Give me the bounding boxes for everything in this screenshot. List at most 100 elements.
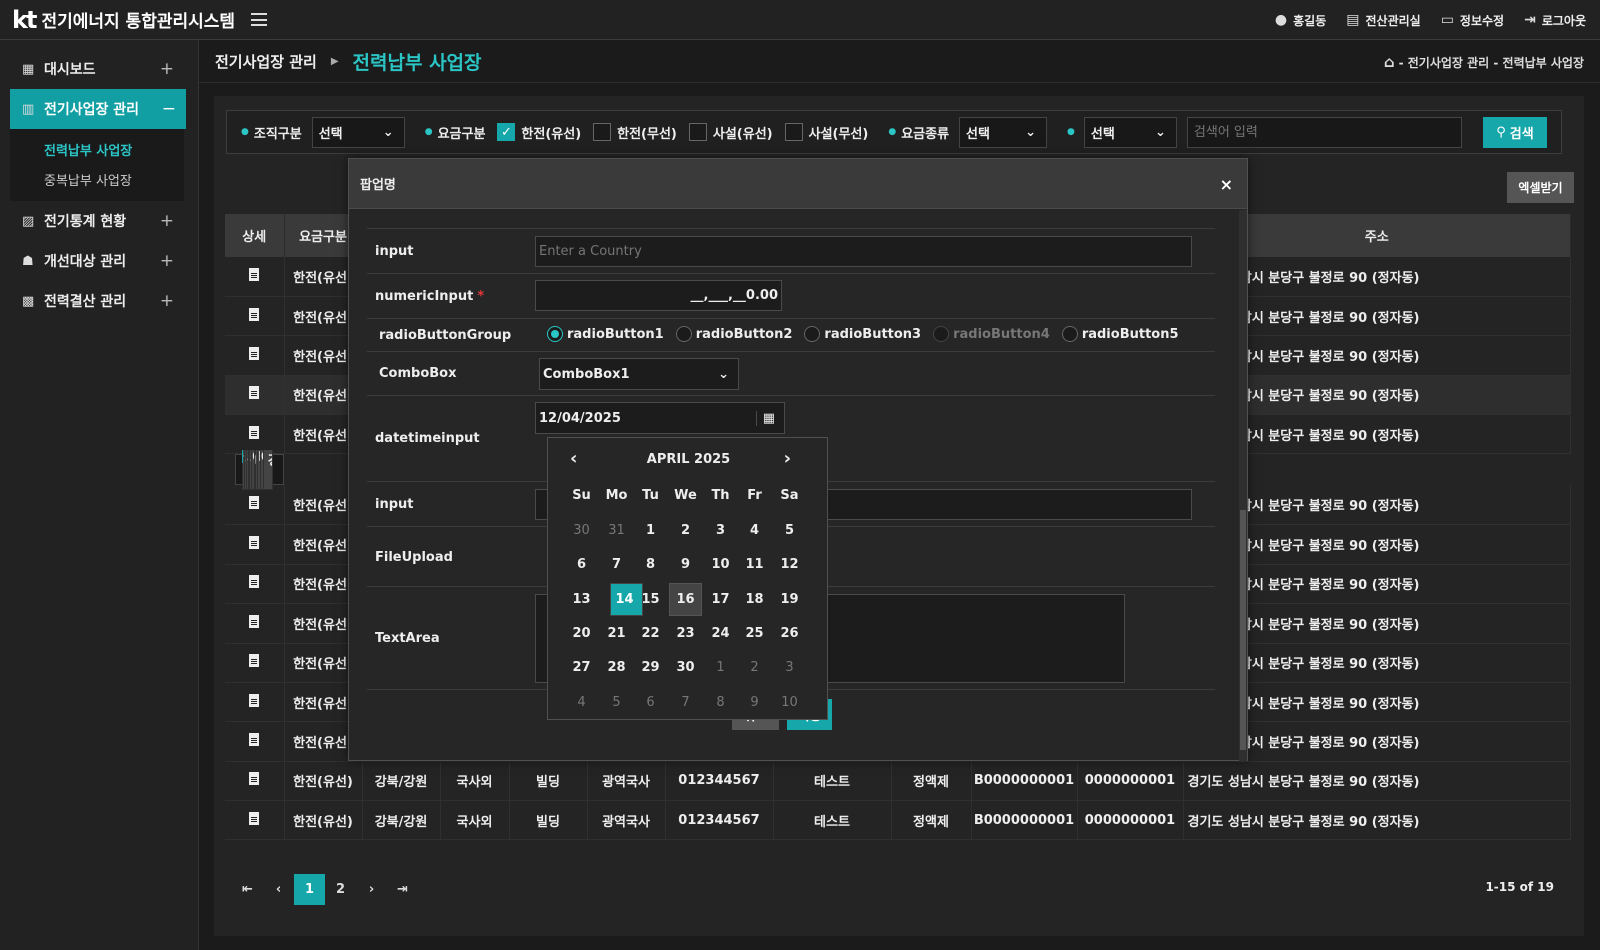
sidebar-item-site-management[interactable]: ▥ 전기사업장 관리 − xyxy=(10,89,186,129)
first-page-icon[interactable]: ⇤ xyxy=(232,874,263,905)
sidebar-item-settlement[interactable]: ▩ 전력결산 관리 + xyxy=(0,281,198,321)
radio-button-5[interactable]: radioButton5 xyxy=(1061,326,1179,342)
rate-select[interactable]: 선택 ⌄ xyxy=(959,116,1048,148)
document-icon[interactable] xyxy=(249,536,260,550)
expand-icon[interactable]: + xyxy=(160,59,174,79)
checkbox-kepco-wired[interactable]: ✓ 한전(유선) xyxy=(497,123,581,142)
expand-icon[interactable]: + xyxy=(160,251,174,271)
country-input[interactable] xyxy=(535,236,1192,267)
calendar-day[interactable]: 10 xyxy=(704,548,737,581)
checkbox-private-wired[interactable]: 사설(유선) xyxy=(688,123,773,142)
calendar-day[interactable]: 16 xyxy=(669,582,702,616)
calendar-day[interactable]: 7 xyxy=(669,686,702,719)
sidebar-item-statistics[interactable]: ▨ 전기통계 현황 + xyxy=(0,201,198,241)
calendar-day[interactable]: 6 xyxy=(634,686,667,719)
calendar-day[interactable]: 11 xyxy=(738,548,771,581)
calendar-day[interactable]: 23 xyxy=(669,617,702,650)
document-icon[interactable] xyxy=(249,307,260,321)
calendar-day[interactable]: 22 xyxy=(634,617,667,650)
calendar-day[interactable]: 5 xyxy=(773,514,806,547)
table-row[interactable]: 한전(유선)강북/강원국사외빌딩광역국사012344567테스트정액제B0000… xyxy=(225,761,1571,802)
department-link[interactable]: ▤ 전산관리실 xyxy=(1346,12,1420,29)
document-icon[interactable] xyxy=(249,496,260,510)
hamburger-menu-icon[interactable] xyxy=(251,13,268,26)
calendar-day[interactable]: 30 xyxy=(565,514,598,547)
calendar-day[interactable]: 3 xyxy=(773,651,806,684)
calendar-day[interactable]: 18 xyxy=(738,583,771,616)
document-icon[interactable] xyxy=(249,693,260,707)
calendar-day[interactable]: 9 xyxy=(738,686,771,719)
org-select[interactable]: 선택 ⌄ xyxy=(311,116,405,148)
submenu-item-payment-sites[interactable]: 전력납부 사업장 xyxy=(44,137,184,167)
calendar-day[interactable]: 9 xyxy=(669,548,702,581)
popup-scrollbar[interactable] xyxy=(1239,210,1247,762)
calendar-day[interactable]: 28 xyxy=(600,651,633,684)
combo-box[interactable]: ComboBox1 ⌄ xyxy=(539,358,739,390)
expand-icon[interactable]: + xyxy=(160,211,174,231)
calendar-day[interactable]: 4 xyxy=(565,686,598,719)
calendar-day[interactable]: 29 xyxy=(634,651,667,684)
excel-download-button[interactable]: 엑셀받기 xyxy=(1507,172,1574,203)
numeric-input[interactable]: __,___,__0.00 xyxy=(535,280,782,311)
calendar-day[interactable]: 10 xyxy=(773,686,806,719)
calendar-day[interactable]: 17 xyxy=(704,583,737,616)
submenu-item-duplicate-sites[interactable]: 중복납부 사업장 xyxy=(44,167,184,197)
calendar-day[interactable]: 2 xyxy=(738,651,771,684)
radio-button-3[interactable]: radioButton3 xyxy=(804,326,921,342)
calendar-icon[interactable]: ▦ xyxy=(755,410,781,426)
app-logo[interactable]: kt 전기에너지 통합관리시스템 xyxy=(12,6,235,34)
checkbox-kepco-wireless[interactable]: 한전(무선) xyxy=(593,123,677,142)
calendar-day[interactable]: 30 xyxy=(669,651,702,684)
document-icon[interactable] xyxy=(249,346,260,360)
calendar-day[interactable]: 24 xyxy=(704,617,737,650)
calendar-day[interactable]: 3 xyxy=(704,514,737,547)
calendar-day[interactable]: 15 xyxy=(634,583,667,616)
prev-page-icon[interactable]: ‹ xyxy=(263,874,294,905)
radio-button-1[interactable]: radioButton1 xyxy=(547,326,664,342)
search-input[interactable] xyxy=(1186,116,1462,148)
edit-info-link[interactable]: ▭ 정보수정 xyxy=(1441,12,1504,29)
calendar-day[interactable]: 4 xyxy=(738,514,771,547)
calendar-day[interactable]: 7 xyxy=(600,548,633,581)
calendar-day[interactable]: 31 xyxy=(600,514,633,547)
logout-link[interactable]: ⇥ 로그아웃 xyxy=(1524,12,1586,29)
next-page-icon[interactable]: › xyxy=(356,874,387,905)
checkbox-private-wireless[interactable]: 사설(무선) xyxy=(784,123,868,142)
document-icon[interactable] xyxy=(249,267,260,281)
home-icon[interactable]: ⌂ xyxy=(1384,53,1395,71)
document-icon[interactable] xyxy=(249,575,260,589)
page-2-button[interactable]: 2 xyxy=(325,874,356,905)
document-icon[interactable] xyxy=(249,614,260,628)
column-header[interactable]: 상세 xyxy=(225,214,285,257)
page-1-button[interactable]: 1 xyxy=(294,874,325,905)
calendar-day[interactable]: 5 xyxy=(600,686,633,719)
collapse-icon[interactable]: − xyxy=(162,99,176,119)
calendar-day[interactable]: 1 xyxy=(634,514,667,547)
calendar-day[interactable]: 12 xyxy=(773,548,806,581)
scrollbar-thumb[interactable] xyxy=(1240,510,1246,750)
calendar-day[interactable]: 8 xyxy=(704,686,737,719)
calendar-day[interactable]: 26 xyxy=(773,617,806,650)
calendar-day[interactable]: 8 xyxy=(634,548,667,581)
radio-button-2[interactable]: radioButton2 xyxy=(675,326,792,342)
document-icon[interactable] xyxy=(249,654,260,668)
calendar-day[interactable]: 27 xyxy=(565,651,598,684)
date-input[interactable]: 12/04/2025 ▦ xyxy=(535,402,785,434)
table-row[interactable]: 한전(유선)강북/강원국사외빌딩광역국사012344567테스트정액제B0000… xyxy=(225,800,1571,841)
document-icon[interactable] xyxy=(249,772,260,786)
document-icon[interactable] xyxy=(249,386,260,400)
table-row[interactable]: 한전(유선)강북/강원국사외빌딩광역국사012344567테스트정액제B0000… xyxy=(235,450,284,490)
calendar-day[interactable]: 21 xyxy=(600,617,633,650)
calendar-day[interactable]: 19 xyxy=(773,583,806,616)
calendar-day[interactable]: 1 xyxy=(704,651,737,684)
sidebar-item-dashboard[interactable]: ▦ 대시보드 + xyxy=(0,49,198,89)
calendar-day[interactable]: 13 xyxy=(565,583,598,616)
calendar-day[interactable]: 25 xyxy=(738,617,771,650)
user-name-link[interactable]: ● 홍길동 xyxy=(1275,12,1326,29)
document-icon[interactable] xyxy=(249,425,260,439)
calendar-day[interactable]: 20 xyxy=(565,617,598,650)
document-icon[interactable] xyxy=(249,732,260,746)
field-select[interactable]: 선택 ⌄ xyxy=(1083,116,1177,148)
close-icon[interactable]: × xyxy=(1220,175,1233,194)
last-page-icon[interactable]: ⇥ xyxy=(387,874,418,905)
